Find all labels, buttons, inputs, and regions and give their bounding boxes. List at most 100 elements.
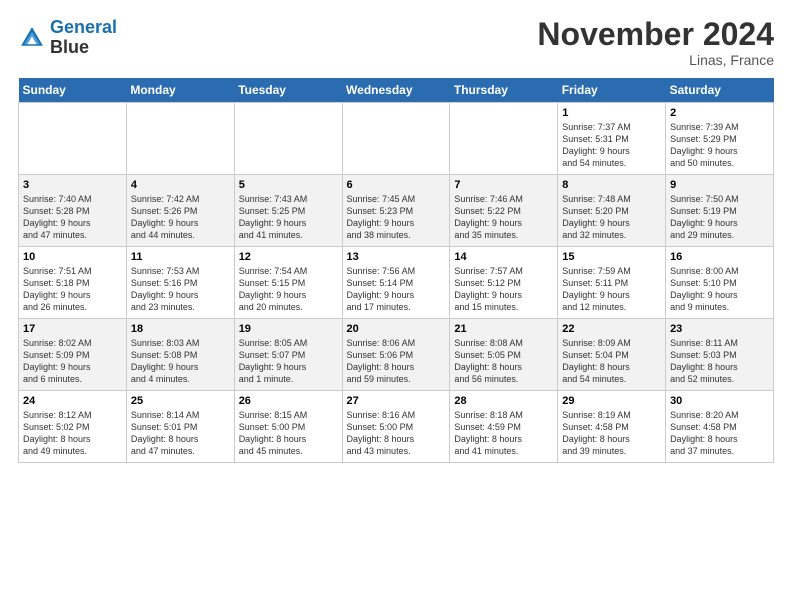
day-info: Sunrise: 7:56 AM Sunset: 5:14 PM Dayligh… <box>347 265 446 314</box>
day-cell: 9 Sunrise: 7:50 AM Sunset: 5:19 PM Daylig… <box>666 175 774 247</box>
day-cell <box>234 103 342 175</box>
day-cell: 18Sunrise: 8:03 AM Sunset: 5:08 PM Dayli… <box>126 319 234 391</box>
day-number: 29 <box>562 395 661 407</box>
month-title: November 2024 <box>537 18 774 50</box>
day-number: 22 <box>562 323 661 335</box>
day-number: 15 <box>562 251 661 263</box>
day-info: Sunrise: 7:39 AM Sunset: 5:29 PM Dayligh… <box>670 121 769 170</box>
col-header-friday: Friday <box>558 78 666 103</box>
day-info: Sunrise: 8:06 AM Sunset: 5:06 PM Dayligh… <box>347 337 446 386</box>
day-cell <box>342 103 450 175</box>
day-info: Sunrise: 7:53 AM Sunset: 5:16 PM Dayligh… <box>131 265 230 314</box>
day-cell <box>450 103 558 175</box>
week-row-2: 3 Sunrise: 7:40 AM Sunset: 5:28 PM Daylig… <box>19 175 774 247</box>
day-number: 28 <box>454 395 553 407</box>
week-row-1: 1 Sunrise: 7:37 AM Sunset: 5:31 PM Daylig… <box>19 103 774 175</box>
week-row-3: 10 Sunrise: 7:51 AM Sunset: 5:18 PM Dayli… <box>19 247 774 319</box>
day-cell: 4Sunrise: 7:42 AM Sunset: 5:26 PM Daylig… <box>126 175 234 247</box>
day-number: 4 <box>131 179 230 191</box>
day-cell: 5Sunrise: 7:43 AM Sunset: 5:25 PM Daylig… <box>234 175 342 247</box>
day-cell: 15 Sunrise: 7:59 AM Sunset: 5:11 PM Dayli… <box>558 247 666 319</box>
day-info: Sunrise: 8:02 AM Sunset: 5:09 PM Dayligh… <box>23 337 122 386</box>
day-number: 10 <box>23 251 122 263</box>
day-info: Sunrise: 7:40 AM Sunset: 5:28 PM Dayligh… <box>23 193 122 242</box>
day-info: Sunrise: 8:11 AM Sunset: 5:03 PM Dayligh… <box>670 337 769 386</box>
day-cell: 23 Sunrise: 8:11 AM Sunset: 5:03 PM Dayli… <box>666 319 774 391</box>
day-cell: 10 Sunrise: 7:51 AM Sunset: 5:18 PM Dayli… <box>19 247 127 319</box>
day-cell: 11 Sunrise: 7:53 AM Sunset: 5:16 PM Dayli… <box>126 247 234 319</box>
day-info: Sunrise: 7:54 AM Sunset: 5:15 PM Dayligh… <box>239 265 338 314</box>
day-number: 24 <box>23 395 122 407</box>
day-number: 21 <box>454 323 553 335</box>
day-number: 3 <box>23 179 122 191</box>
day-cell: 3 Sunrise: 7:40 AM Sunset: 5:28 PM Daylig… <box>19 175 127 247</box>
header: GeneralBlue November 2024 Linas, France <box>18 18 774 68</box>
day-number: 7 <box>454 179 553 191</box>
day-cell: 13 Sunrise: 7:56 AM Sunset: 5:14 PM Dayli… <box>342 247 450 319</box>
day-cell: 20 Sunrise: 8:06 AM Sunset: 5:06 PM Dayli… <box>342 319 450 391</box>
day-cell: 21 Sunrise: 8:08 AM Sunset: 5:05 PM Dayli… <box>450 319 558 391</box>
week-row-5: 24 Sunrise: 8:12 AM Sunset: 5:02 PM Dayli… <box>19 391 774 463</box>
day-info: Sunrise: 8:14 AM Sunset: 5:01 PM Dayligh… <box>131 409 230 458</box>
day-number: 23 <box>670 323 769 335</box>
day-info: Sunrise: 7:59 AM Sunset: 5:11 PM Dayligh… <box>562 265 661 314</box>
day-cell: 25 Sunrise: 8:14 AM Sunset: 5:01 PM Dayli… <box>126 391 234 463</box>
day-number: 6 <box>347 179 446 191</box>
day-info: Sunrise: 8:08 AM Sunset: 5:05 PM Dayligh… <box>454 337 553 386</box>
day-cell: 30 Sunrise: 8:20 AM Sunset: 4:58 PM Dayli… <box>666 391 774 463</box>
day-number: 19 <box>239 323 338 335</box>
day-info: Sunrise: 8:20 AM Sunset: 4:58 PM Dayligh… <box>670 409 769 458</box>
day-cell: 27Sunrise: 8:16 AM Sunset: 5:00 PM Dayli… <box>342 391 450 463</box>
day-number: 25 <box>131 395 230 407</box>
day-number: 5 <box>239 179 338 191</box>
day-number: 30 <box>670 395 769 407</box>
day-number: 20 <box>347 323 446 335</box>
day-cell: 29 Sunrise: 8:19 AM Sunset: 4:58 PM Dayli… <box>558 391 666 463</box>
day-info: Sunrise: 7:51 AM Sunset: 5:18 PM Dayligh… <box>23 265 122 314</box>
col-header-monday: Monday <box>126 78 234 103</box>
col-header-saturday: Saturday <box>666 78 774 103</box>
day-cell: 12Sunrise: 7:54 AM Sunset: 5:15 PM Dayli… <box>234 247 342 319</box>
day-info: Sunrise: 8:16 AM Sunset: 5:00 PM Dayligh… <box>347 409 446 458</box>
day-cell: 14Sunrise: 7:57 AM Sunset: 5:12 PM Dayli… <box>450 247 558 319</box>
day-cell: 8Sunrise: 7:48 AM Sunset: 5:20 PM Daylig… <box>558 175 666 247</box>
logo-text: GeneralBlue <box>50 18 117 58</box>
day-number: 16 <box>670 251 769 263</box>
col-header-wednesday: Wednesday <box>342 78 450 103</box>
day-info: Sunrise: 8:00 AM Sunset: 5:10 PM Dayligh… <box>670 265 769 314</box>
day-info: Sunrise: 8:05 AM Sunset: 5:07 PM Dayligh… <box>239 337 338 386</box>
day-info: Sunrise: 8:09 AM Sunset: 5:04 PM Dayligh… <box>562 337 661 386</box>
calendar-table: SundayMondayTuesdayWednesdayThursdayFrid… <box>18 78 774 463</box>
day-info: Sunrise: 8:03 AM Sunset: 5:08 PM Dayligh… <box>131 337 230 386</box>
day-number: 14 <box>454 251 553 263</box>
day-info: Sunrise: 7:50 AM Sunset: 5:19 PM Dayligh… <box>670 193 769 242</box>
day-number: 17 <box>23 323 122 335</box>
day-number: 11 <box>131 251 230 263</box>
location: Linas, France <box>537 52 774 68</box>
day-cell: 1 Sunrise: 7:37 AM Sunset: 5:31 PM Daylig… <box>558 103 666 175</box>
day-number: 8 <box>562 179 661 191</box>
day-cell: 22 Sunrise: 8:09 AM Sunset: 5:04 PM Dayli… <box>558 319 666 391</box>
day-cell: 6 Sunrise: 7:45 AM Sunset: 5:23 PM Daylig… <box>342 175 450 247</box>
page: GeneralBlue November 2024 Linas, France … <box>0 0 792 475</box>
day-info: Sunrise: 7:37 AM Sunset: 5:31 PM Dayligh… <box>562 121 661 170</box>
day-info: Sunrise: 8:12 AM Sunset: 5:02 PM Dayligh… <box>23 409 122 458</box>
col-header-sunday: Sunday <box>19 78 127 103</box>
col-header-tuesday: Tuesday <box>234 78 342 103</box>
day-number: 9 <box>670 179 769 191</box>
day-info: Sunrise: 8:19 AM Sunset: 4:58 PM Dayligh… <box>562 409 661 458</box>
title-block: November 2024 Linas, France <box>537 18 774 68</box>
day-number: 13 <box>347 251 446 263</box>
day-info: Sunrise: 8:18 AM Sunset: 4:59 PM Dayligh… <box>454 409 553 458</box>
day-cell: 17 Sunrise: 8:02 AM Sunset: 5:09 PM Dayli… <box>19 319 127 391</box>
day-info: Sunrise: 7:45 AM Sunset: 5:23 PM Dayligh… <box>347 193 446 242</box>
day-info: Sunrise: 8:15 AM Sunset: 5:00 PM Dayligh… <box>239 409 338 458</box>
logo-icon <box>18 24 46 52</box>
header-row: SundayMondayTuesdayWednesdayThursdayFrid… <box>19 78 774 103</box>
col-header-thursday: Thursday <box>450 78 558 103</box>
day-number: 2 <box>670 107 769 119</box>
day-cell: 19 Sunrise: 8:05 AM Sunset: 5:07 PM Dayli… <box>234 319 342 391</box>
day-number: 1 <box>562 107 661 119</box>
day-cell: 28 Sunrise: 8:18 AM Sunset: 4:59 PM Dayli… <box>450 391 558 463</box>
day-cell: 16 Sunrise: 8:00 AM Sunset: 5:10 PM Dayli… <box>666 247 774 319</box>
